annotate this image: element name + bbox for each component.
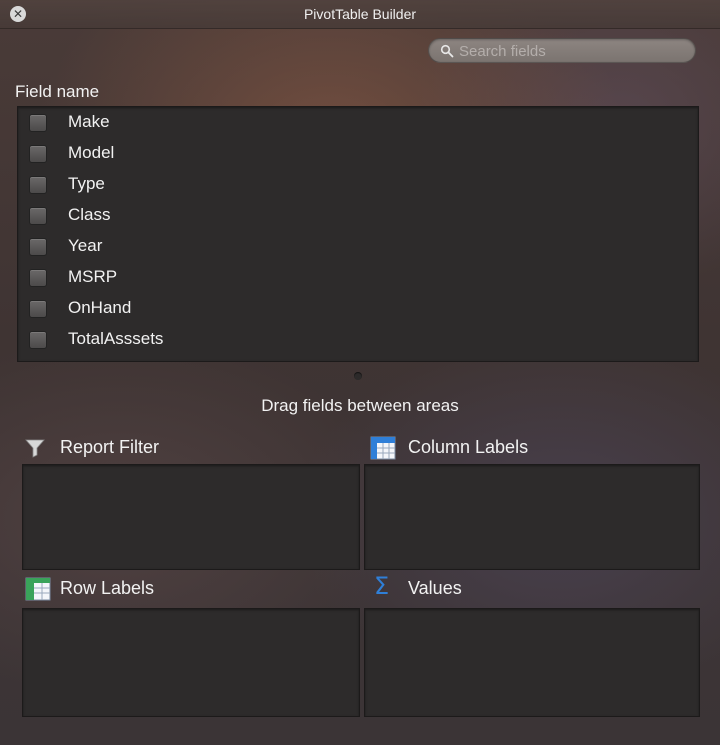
window-title: PivotTable Builder xyxy=(303,6,417,22)
report-filter-drop-area[interactable] xyxy=(22,464,360,570)
sigma-icon: Σ xyxy=(374,572,390,600)
values-label: Values xyxy=(408,578,462,598)
field-checkbox-totalassets[interactable] xyxy=(29,331,47,349)
drag-hint-text: Drag fields between areas xyxy=(261,396,459,415)
field-checkbox-class[interactable] xyxy=(29,207,47,225)
field-checkbox-onhand[interactable] xyxy=(29,300,47,318)
column-labels-label: Column Labels xyxy=(408,437,529,457)
field-row-model[interactable]: Model xyxy=(18,138,698,169)
field-checkbox-msrp[interactable] xyxy=(29,269,47,287)
field-row-type[interactable]: Type xyxy=(18,169,698,200)
field-name-header: Field name xyxy=(15,82,100,101)
field-label: Model xyxy=(68,143,115,162)
field-label: Make xyxy=(68,112,110,131)
row-labels-label: Row Labels xyxy=(60,578,155,598)
field-checkbox-make[interactable] xyxy=(29,114,47,132)
field-checkbox-year[interactable] xyxy=(29,238,47,256)
pivottable-builder-window: ✕ PivotTable Builder Field name Make Mod… xyxy=(0,0,720,745)
search-input[interactable] xyxy=(457,41,691,62)
field-label: OnHand xyxy=(68,298,132,317)
values-drop-area[interactable] xyxy=(364,608,700,717)
field-checkbox-model[interactable] xyxy=(29,145,47,163)
field-row-year[interactable]: Year xyxy=(18,231,698,262)
title-bar: ✕ PivotTable Builder xyxy=(0,0,720,29)
field-row-totalassets[interactable]: TotalAsssets xyxy=(18,324,698,355)
field-label: MSRP xyxy=(68,267,118,286)
field-row-make[interactable]: Make xyxy=(18,107,698,138)
magnifier-icon xyxy=(440,44,454,58)
row-labels-drop-area[interactable] xyxy=(22,608,360,717)
column-labels-drop-area[interactable] xyxy=(364,464,700,570)
field-label: Year xyxy=(68,236,103,255)
field-row-msrp[interactable]: MSRP xyxy=(18,262,698,293)
field-checkbox-type[interactable] xyxy=(29,176,47,194)
field-label: Class xyxy=(68,205,111,224)
filter-icon xyxy=(25,439,45,458)
splitter-handle[interactable] xyxy=(354,372,362,380)
field-list[interactable]: Make Model Type Class Year MSRP OnHand T… xyxy=(17,106,699,362)
field-label: Type xyxy=(68,174,105,193)
field-row-onhand[interactable]: OnHand xyxy=(18,293,698,324)
search-field[interactable] xyxy=(428,38,696,63)
row-labels-icon xyxy=(25,577,51,601)
field-row-class[interactable]: Class xyxy=(18,200,698,231)
field-label: TotalAsssets xyxy=(68,329,164,348)
column-labels-icon xyxy=(370,436,396,460)
report-filter-label: Report Filter xyxy=(60,437,160,457)
